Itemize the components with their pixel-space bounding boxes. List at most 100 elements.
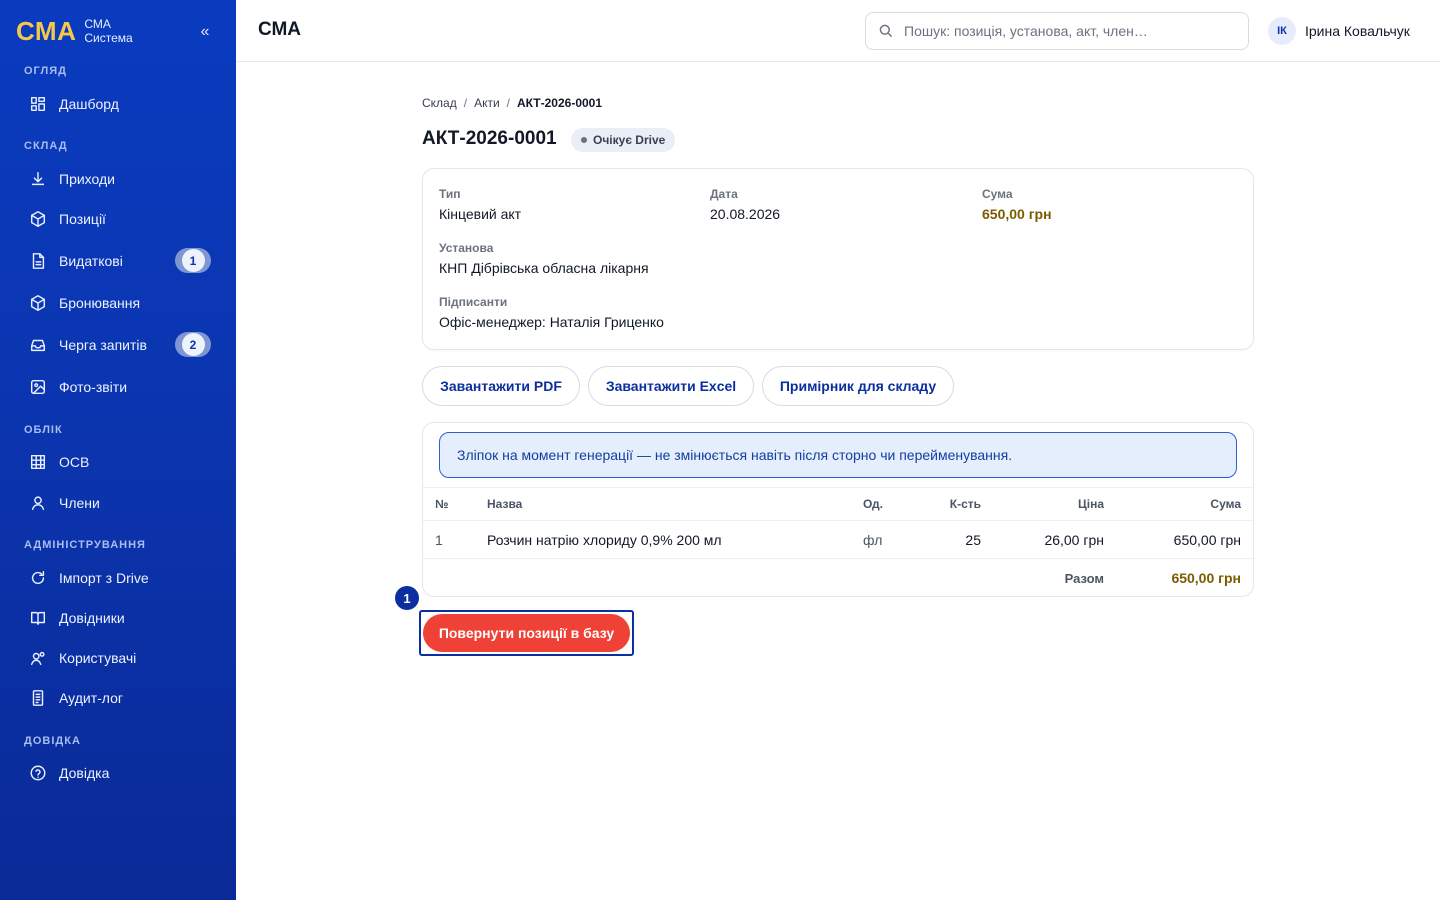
sidebar-item-help[interactable]: Довідка [12,755,224,791]
breadcrumb: Склад / Акти / АКТ-2026-0001 [422,96,602,110]
count-badge: 1 [175,248,211,273]
field-type: Тип Кінцевий акт [439,187,521,222]
sidebar-item-booking[interactable]: Бронювання [12,285,224,321]
sidebar-item-label: Бронювання [59,295,141,311]
brand[interactable]: СМА СМА Система [16,16,133,46]
field-label: Тип [439,187,461,201]
section-label-overview: ОГЛЯД [24,65,67,77]
sidebar-item-directories[interactable]: Довідники [12,600,224,636]
column-header-name: Назва [487,497,523,511]
sidebar-item-label: Користувачі [59,650,137,666]
search-box[interactable] [865,12,1249,50]
total-label: Разом [1064,570,1104,586]
search-input[interactable] [904,23,1234,39]
download-pdf-button[interactable]: Завантажити PDF [422,366,580,406]
section-label-administration: АДМІНІСТРУВАННЯ [24,539,146,551]
field-label: Дата [710,187,738,201]
sidebar-item-audit-log[interactable]: Аудит-лог [12,680,224,716]
count-badge-value: 2 [181,333,205,356]
step-marker: 1 [395,586,419,610]
count-badge-value: 1 [181,249,205,272]
section-label-warehouse: СКЛАД [24,140,68,152]
top-bar: СМА ІК Ірина Ковальчук [236,0,1440,62]
grid-icon [28,94,48,114]
table-icon [28,452,48,472]
field-label: Підписанти [439,295,508,309]
log-icon [28,688,48,708]
app-title: СМА [258,19,302,40]
user-name: Ірина Ковальчук [1305,23,1410,39]
sidebar-item-label: ОСВ [59,454,90,470]
sidebar-item-drive-import[interactable]: Імпорт з Drive [12,560,224,596]
image-icon [28,377,48,397]
book-icon [28,608,48,628]
breadcrumb-item-warehouse[interactable]: Склад [422,96,457,110]
page-title: АКТ-2026-0001 [422,128,557,149]
box-icon [28,209,48,229]
act-details-card: Тип Кінцевий акт Дата 20.08.2026 Сума 65… [422,168,1254,350]
sidebar: СМА СМА Система « ОГЛЯД Дашборд СКЛАД Пр… [0,0,236,900]
breadcrumb-separator: / [506,96,511,110]
sidebar-item-osv[interactable]: ОСВ [12,444,224,480]
cell-num: 1 [435,531,443,548]
field-sum: Сума 650,00 грн [982,187,1052,222]
help-icon [28,763,48,783]
sidebar-item-label: Видаткові [59,253,123,269]
return-positions-button[interactable]: Повернути позиції в базу [423,614,630,652]
snapshot-notice: Зліпок на момент генерації — не змінюєть… [439,432,1237,478]
refresh-icon [28,568,48,588]
column-header-sum: Сума [1210,497,1241,511]
column-header-price: Ціна [1077,497,1104,511]
items-table-card: Зліпок на момент генерації — не змінюєть… [422,422,1254,597]
cell-sum: 650,00 грн [1173,531,1241,548]
search-icon [879,24,893,38]
sidebar-item-label: Дашборд [59,96,119,112]
sidebar-item-photo-reports[interactable]: Фото-звіти [12,369,224,405]
sidebar-item-receipts[interactable]: Приходи [12,161,224,197]
breadcrumb-item-acts[interactable]: Акти [474,96,500,110]
sidebar-item-members[interactable]: Члени [12,485,224,521]
users-icon [28,648,48,668]
sidebar-item-label: Аудит-лог [59,690,123,706]
warehouse-copy-button[interactable]: Примірник для складу [762,366,954,406]
table-footer: Разом 650,00 грн [423,559,1253,596]
sidebar-item-label: Приходи [59,171,115,187]
brand-sub-line1: СМА [84,17,111,31]
field-institution: Установа КНП Дібрівська обласна лікарня [439,241,649,276]
collapse-sidebar-button[interactable]: « [196,22,214,42]
cell-price: 26,00 грн [1044,531,1104,548]
field-label: Сума [982,187,1013,201]
field-date: Дата 20.08.2026 [710,187,780,222]
table-header: № Назва Од. К-сть Ціна Сума [423,487,1253,521]
status-dot [581,137,587,143]
sidebar-item-label: Довідка [59,765,110,781]
sidebar-item-expenses[interactable]: Видаткові 1 [12,243,224,279]
sidebar-item-users[interactable]: Користувачі [12,640,224,676]
box-icon [28,293,48,313]
brand-logo: СМА [16,16,77,46]
table-row: 1 Розчин натрію хлориду 0,9% 200 мл фл 2… [423,521,1253,559]
download-icon [28,169,48,189]
sidebar-item-positions[interactable]: Позиції [12,201,224,237]
sidebar-item-dashboard[interactable]: Дашборд [12,86,224,122]
user-menu[interactable]: ІК Ірина Ковальчук [1268,17,1410,45]
column-header-qty: К-сть [949,497,981,511]
status-badge: Очікує Drive [571,128,676,152]
download-excel-button[interactable]: Завантажити Excel [588,366,754,406]
cell-qty: 25 [965,531,981,548]
cell-unit: фл [863,531,883,548]
brand-sub-line2: Система [84,31,133,45]
field-value: Кінцевий акт [439,206,522,222]
field-value: 650,00 грн [982,206,1052,222]
field-value: 20.08.2026 [710,206,781,222]
cell-name: Розчин натрію хлориду 0,9% 200 мл [487,531,722,548]
document-icon [28,251,48,271]
sidebar-item-label: Позиції [59,211,106,227]
sidebar-item-label: Імпорт з Drive [59,570,149,586]
sidebar-item-request-queue[interactable]: Черга запитів 2 [12,327,224,363]
field-value: КНП Дібрівська обласна лікарня [439,260,649,276]
field-signers: Підписанти Офіс-менеджер: Наталія Грицен… [439,295,664,330]
sidebar-item-label: Члени [59,495,100,511]
total-value: 650,00 грн [1171,570,1241,586]
status-badge-label: Очікує Drive [593,133,666,147]
